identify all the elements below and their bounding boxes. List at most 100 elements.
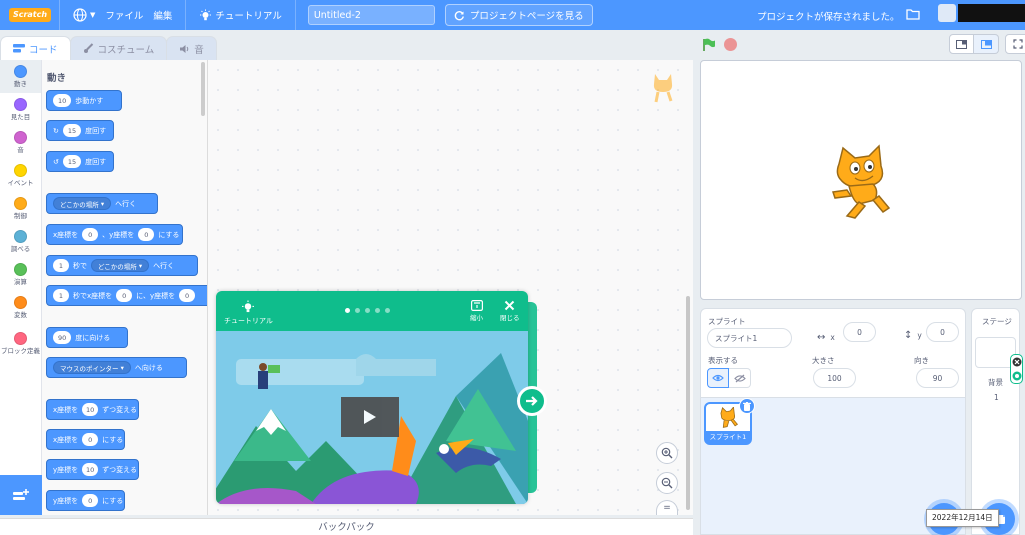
edit-menu[interactable]: 編集 bbox=[148, 0, 177, 30]
block-goto-xy[interactable]: x座標を 0 、y座標を 0 にする bbox=[46, 224, 183, 245]
file-menu[interactable]: ファイル bbox=[100, 0, 148, 30]
category-events[interactable]: イベント bbox=[0, 159, 41, 192]
cat-sprite-icon bbox=[653, 74, 673, 103]
show-sprite-button[interactable] bbox=[707, 368, 729, 388]
zoom-out-button[interactable] bbox=[656, 472, 678, 494]
sprite-name-input[interactable]: スプライト1 bbox=[707, 328, 792, 348]
close-label: 閉じる bbox=[500, 314, 520, 322]
direction-input[interactable]: 90 bbox=[916, 368, 959, 388]
page-dot-active[interactable] bbox=[345, 308, 350, 313]
block-point-direction[interactable]: 90 度に向ける bbox=[46, 327, 128, 348]
block-set-y[interactable]: y座標を 0 にする bbox=[46, 490, 125, 511]
block-turn-left[interactable]: ↺ 15 度回す bbox=[46, 151, 114, 172]
refresh-icon bbox=[454, 10, 464, 20]
account-menu[interactable] bbox=[938, 4, 1025, 22]
tab-code[interactable]: コード bbox=[0, 36, 71, 60]
block-point-towards[interactable]: マウスのポインター ▾ へ向ける bbox=[46, 357, 187, 378]
block-input[interactable]: 10 bbox=[82, 463, 99, 476]
zoom-reset-button[interactable]: = bbox=[656, 500, 678, 515]
x-position-value: 0 bbox=[857, 327, 862, 337]
tutorial-card[interactable]: チュートリアル 縮小 閉じる bbox=[216, 291, 528, 504]
block-input[interactable]: 0 bbox=[138, 228, 155, 241]
block-input[interactable]: 0 bbox=[82, 228, 99, 241]
backpack-bar[interactable]: バックパック bbox=[0, 518, 693, 535]
close-circle-icon[interactable] bbox=[1012, 357, 1022, 367]
extension-circle-icon[interactable] bbox=[1012, 371, 1022, 381]
y-position-input[interactable]: 0 bbox=[926, 322, 959, 342]
block-text: に、y座標を bbox=[136, 291, 176, 300]
category-my-blocks[interactable]: ブロック定義 bbox=[0, 324, 41, 364]
category-operators[interactable]: 演算 bbox=[0, 258, 41, 291]
block-turn-right[interactable]: ↻ 15 度回す bbox=[46, 120, 114, 141]
fullscreen-button[interactable] bbox=[1005, 34, 1025, 54]
tutorial-shrink-button[interactable]: 縮小 bbox=[470, 300, 483, 322]
tab-sounds[interactable]: 音 bbox=[166, 36, 217, 60]
cat-sprite[interactable] bbox=[825, 144, 897, 220]
category-color-dot bbox=[14, 97, 27, 111]
tutorials-button[interactable]: チュートリアル bbox=[194, 0, 286, 30]
block-glide-xy[interactable]: 1 秒でx座標を 0 に、y座標を 0 bbox=[46, 285, 207, 306]
tab-costumes[interactable]: コスチューム bbox=[69, 36, 168, 60]
stage-canvas[interactable] bbox=[700, 60, 1022, 300]
block-input[interactable]: 0 bbox=[82, 494, 99, 507]
block-text: へ行く bbox=[115, 199, 137, 208]
add-extension-button[interactable] bbox=[0, 475, 42, 515]
hide-sprite-button[interactable] bbox=[729, 368, 751, 388]
block-input[interactable]: 1 bbox=[53, 289, 69, 302]
project-title-input[interactable] bbox=[307, 5, 435, 25]
block-input[interactable]: 10 bbox=[53, 94, 72, 107]
category-motion[interactable]: 動き bbox=[0, 60, 41, 93]
block-change-x[interactable]: x座標を 10 ずつ変える bbox=[46, 399, 139, 420]
small-stage-button[interactable] bbox=[949, 34, 974, 54]
x-position-input[interactable]: 0 bbox=[843, 322, 876, 342]
block-glide[interactable]: 1 秒で どこかの場所 ▾ へ行く bbox=[46, 255, 198, 276]
video-play-button[interactable] bbox=[341, 397, 399, 437]
block-input[interactable]: 0 bbox=[179, 289, 196, 302]
block-input[interactable]: 0 bbox=[82, 433, 99, 446]
block-input[interactable]: 90 bbox=[53, 331, 72, 344]
see-project-page-button[interactable]: プロジェクトページを見る bbox=[444, 4, 593, 26]
tutorial-card-title-group[interactable]: チュートリアル bbox=[224, 300, 273, 326]
category-control[interactable]: 制御 bbox=[0, 192, 41, 225]
block-input[interactable]: 0 bbox=[116, 289, 133, 302]
workspace-scrollbar[interactable] bbox=[686, 296, 690, 510]
large-stage-button[interactable] bbox=[974, 34, 999, 54]
show-label: 表示する bbox=[708, 356, 738, 365]
green-flag-button[interactable] bbox=[702, 38, 716, 55]
tutorial-next-button[interactable] bbox=[517, 386, 547, 416]
category-variables[interactable]: 変数 bbox=[0, 291, 41, 324]
tutorial-close-button[interactable]: 閉じる bbox=[500, 300, 520, 322]
block-set-x[interactable]: x座標を 0 にする bbox=[46, 429, 125, 450]
scratch-logo[interactable]: Scratch bbox=[9, 8, 51, 22]
zoom-in-button[interactable] bbox=[656, 442, 678, 464]
page-dot[interactable] bbox=[375, 308, 380, 313]
my-stuff-button[interactable] bbox=[906, 8, 920, 23]
block-change-y[interactable]: y座標を 10 ずつ変える bbox=[46, 459, 139, 480]
language-menu[interactable]: ▼ bbox=[68, 0, 100, 30]
block-dropdown[interactable]: どこかの場所 ▾ bbox=[91, 259, 150, 272]
block-goto[interactable]: どこかの場所 ▾ へ行く bbox=[46, 193, 158, 214]
palette-scrollbar[interactable] bbox=[201, 62, 205, 116]
block-input[interactable]: 15 bbox=[62, 155, 82, 168]
block-input[interactable]: 10 bbox=[82, 403, 99, 416]
delete-sprite-button[interactable] bbox=[739, 398, 755, 414]
page-dot[interactable] bbox=[365, 308, 370, 313]
tutorial-video-thumbnail[interactable] bbox=[216, 331, 528, 504]
block-input[interactable]: 15 bbox=[62, 124, 82, 137]
caret-down-icon: ▼ bbox=[90, 11, 96, 19]
page-dot[interactable] bbox=[385, 308, 390, 313]
block-dropdown[interactable]: どこかの場所 ▾ bbox=[53, 197, 112, 210]
block-input[interactable]: 1 bbox=[53, 259, 69, 272]
size-input[interactable]: 100 bbox=[813, 368, 856, 388]
block-dropdown[interactable]: マウスのポインター ▾ bbox=[53, 361, 131, 374]
category-color-dot bbox=[14, 332, 27, 346]
stop-button[interactable] bbox=[724, 38, 737, 51]
block-palette: 動き 10 歩動かす ↻ 15 度回す ↺ 15 度回す どこかの場所 ▾ へ行… bbox=[42, 60, 208, 515]
block-move-steps[interactable]: 10 歩動かす bbox=[46, 90, 122, 111]
category-sensing[interactable]: 調べる bbox=[0, 225, 41, 258]
close-icon bbox=[505, 300, 515, 311]
category-looks[interactable]: 見た目 bbox=[0, 93, 41, 126]
category-sound[interactable]: 音 bbox=[0, 126, 41, 159]
equals-icon: = bbox=[663, 503, 671, 513]
page-dot[interactable] bbox=[355, 308, 360, 313]
